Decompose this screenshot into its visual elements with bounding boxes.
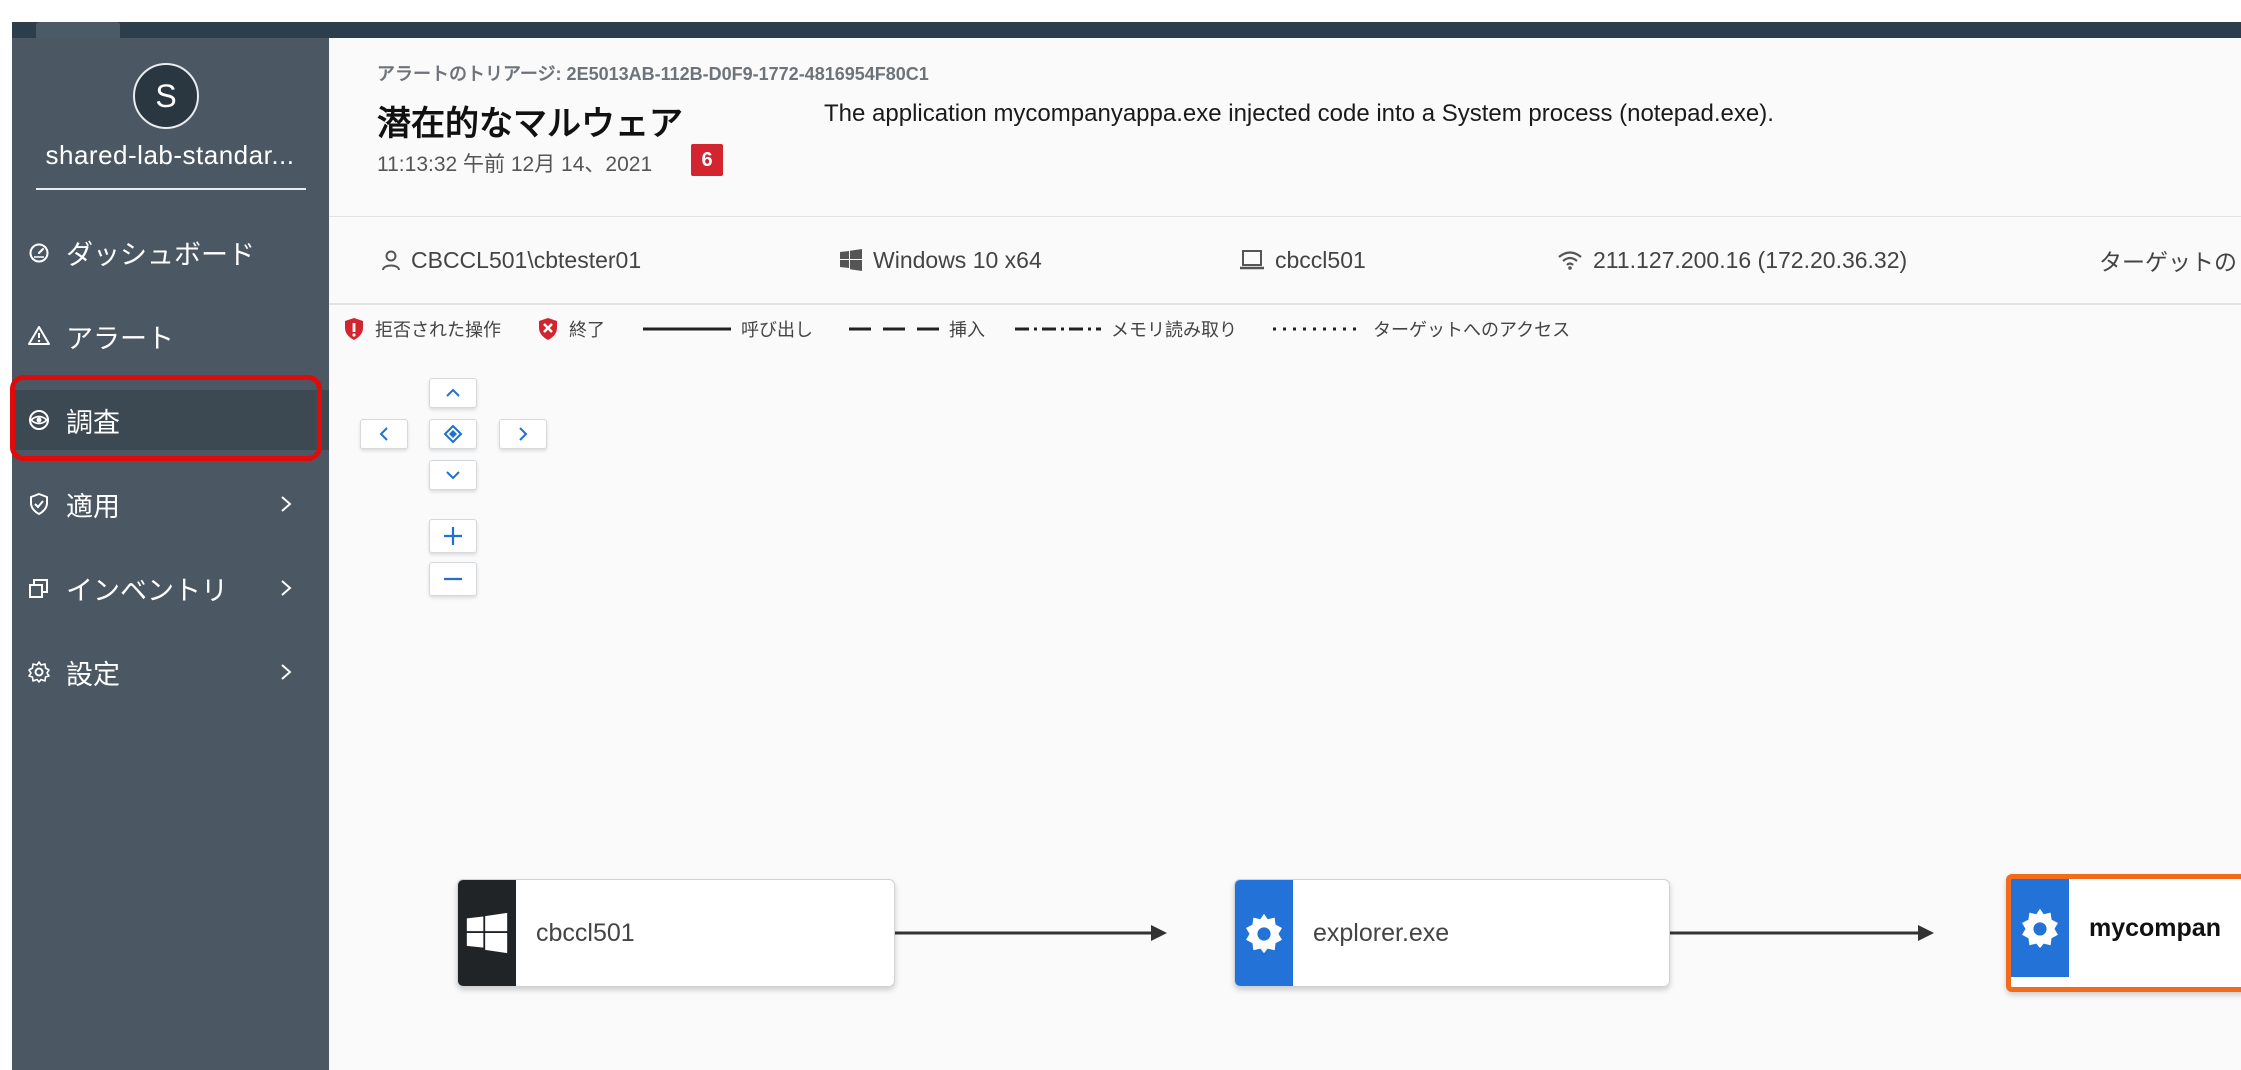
sidebar-item-inventory[interactable]: インベントリ xyxy=(12,558,329,618)
gear-icon xyxy=(2011,879,2069,977)
graph-node-explorer[interactable]: explorer.exe xyxy=(1234,879,1670,987)
node-label: explorer.exe xyxy=(1313,918,1450,947)
chevron-right-icon xyxy=(279,662,299,682)
browser-tab[interactable] xyxy=(36,22,120,38)
edge-arrowhead xyxy=(1151,925,1167,941)
dashboard-gauge-icon xyxy=(26,239,52,265)
main-content: アラートのトリアージ: 2E5013AB-112B-D0F9-1772-4816… xyxy=(329,38,2241,1070)
windows-logo-icon xyxy=(458,880,516,986)
sidebar-item-alerts[interactable]: アラート xyxy=(12,306,329,366)
warning-triangle-icon xyxy=(26,323,52,349)
sidebar-item-label: 適用 xyxy=(66,491,120,522)
gear-icon xyxy=(26,659,52,685)
org-name[interactable]: shared-lab-standar... xyxy=(24,140,316,171)
sidebar-item-investigate[interactable]: 調査 xyxy=(12,390,329,450)
sidebar-item-label: 調査 xyxy=(66,407,120,438)
gear-icon xyxy=(1235,880,1293,986)
investigate-eye-icon xyxy=(26,407,52,433)
shield-check-icon xyxy=(26,491,52,517)
graph-node-selected-process[interactable]: mycompan xyxy=(2006,874,2241,992)
sidebar: S shared-lab-standar... ダッシュボード アラート 調査 … xyxy=(10,38,329,1070)
avatar-initial: S xyxy=(155,77,177,114)
chevron-right-icon xyxy=(279,578,299,598)
edge-arrowhead xyxy=(1918,925,1934,941)
node-label: cbccl501 xyxy=(536,918,635,947)
node-label: mycompan xyxy=(2089,913,2221,942)
sidebar-item-label: インベントリ xyxy=(66,575,228,606)
divider xyxy=(36,188,306,190)
sidebar-item-settings[interactable]: 設定 xyxy=(12,642,329,702)
sidebar-item-enforce[interactable]: 適用 xyxy=(12,474,329,534)
sidebar-item-label: 設定 xyxy=(66,659,120,690)
sidebar-item-dashboard[interactable]: ダッシュボード xyxy=(12,222,329,282)
graph-node-device[interactable]: cbccl501 xyxy=(457,879,895,987)
sidebar-item-label: ダッシュボード xyxy=(66,239,255,270)
avatar[interactable]: S xyxy=(133,63,199,129)
chevron-right-icon xyxy=(279,494,299,514)
inventory-windows-icon xyxy=(26,575,52,601)
sidebar-item-label: アラート xyxy=(66,323,174,354)
window-top-bar xyxy=(12,22,2241,38)
